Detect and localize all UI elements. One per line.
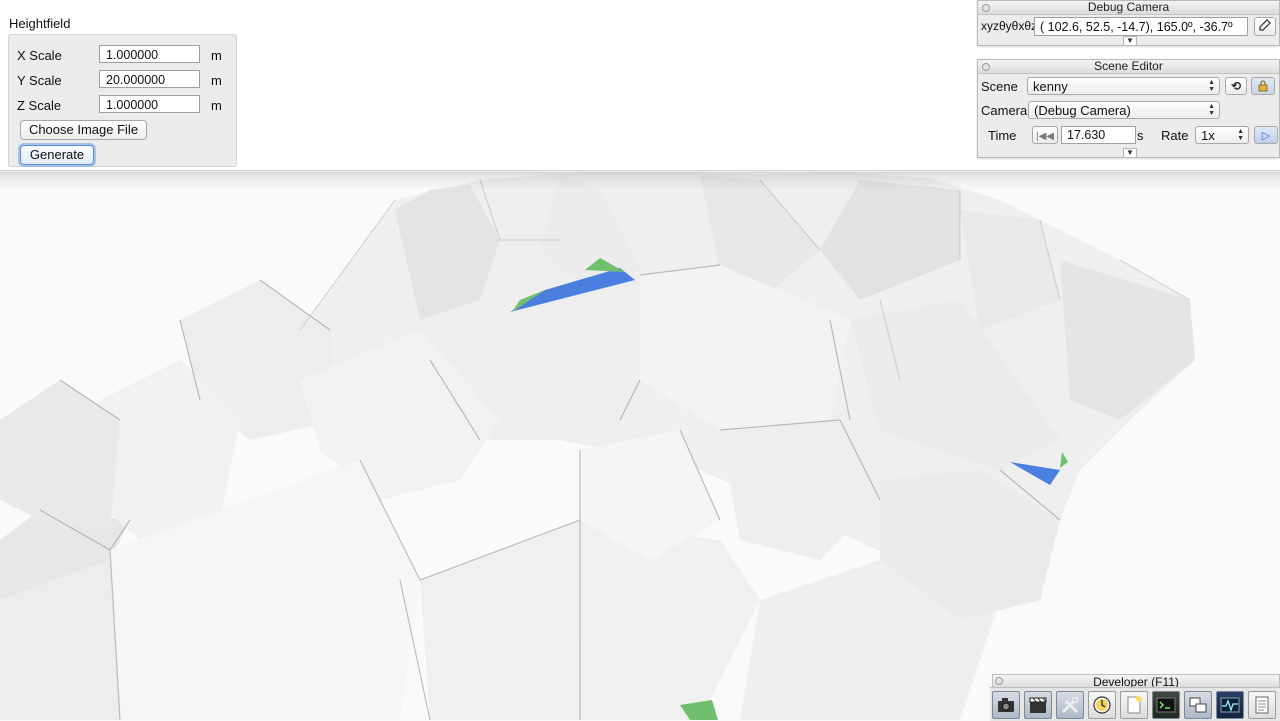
clapperboard-icon: [1029, 697, 1047, 713]
close-icon[interactable]: [995, 677, 1003, 685]
camera-tool-button[interactable]: [992, 691, 1020, 719]
camera-select-value: (Debug Camera): [1034, 103, 1131, 118]
updown-arrows-icon: ▲ ▼: [1208, 79, 1215, 93]
scene-select[interactable]: kenny ▲ ▼: [1027, 77, 1220, 95]
choose-image-file-button[interactable]: Choose Image File: [20, 120, 147, 140]
lock-scene-button[interactable]: [1251, 77, 1275, 95]
clock-icon: [1093, 696, 1111, 714]
lock-icon: [1258, 80, 1268, 92]
debug-camera-title: Debug Camera: [978, 1, 1279, 15]
rewind-icon: |◀◀: [1036, 131, 1054, 142]
camera-label: Camera: [981, 103, 1028, 118]
generate-button[interactable]: Generate: [20, 145, 94, 165]
scene-select-value: kenny: [1033, 79, 1068, 94]
rate-select[interactable]: 1x ▲ ▼: [1195, 126, 1249, 144]
chevron-down-icon[interactable]: ▼: [1123, 36, 1137, 46]
z-scale-row: Z Scale 1.000000 m: [17, 95, 232, 115]
rate-select-value: 1x: [1201, 128, 1215, 143]
document-tool-button[interactable]: [1248, 691, 1276, 719]
document-icon: [1255, 696, 1269, 714]
time-unit: s: [1137, 128, 1144, 143]
y-scale-row: Y Scale 20.000000 m: [17, 70, 232, 90]
heightfield-title: Heightfield: [9, 16, 71, 31]
updown-arrows-icon: ▲ ▼: [1237, 128, 1244, 142]
profiler-tool-button[interactable]: [1216, 691, 1244, 719]
scene-editor-title-text: Scene Editor: [1094, 59, 1163, 73]
camera-pick-icon: [1259, 19, 1271, 31]
profiler-icon: [1220, 697, 1240, 713]
z-scale-unit: m: [211, 98, 222, 113]
time-label: Time: [988, 128, 1017, 143]
heightfield-render: [0, 172, 1280, 720]
chevron-down-icon[interactable]: ▼: [1123, 148, 1137, 158]
tools-icon: [1061, 696, 1079, 714]
y-scale-input[interactable]: 20.000000: [99, 70, 200, 88]
windows-tool-button[interactable]: [1184, 691, 1212, 719]
debug-camera-panel: Debug Camera xyzθyθxθz ( 102.6, 52.5, -1…: [977, 0, 1280, 46]
camera-pick-button[interactable]: [1254, 17, 1276, 36]
updown-arrows-icon: ▲ ▼: [1208, 103, 1215, 117]
developer-toolbar: [990, 687, 1280, 721]
new-file-icon: [1127, 696, 1142, 714]
scene-editor-panel: Scene Editor Scene kenny ▲ ▼ ⟲ Camera (De…: [977, 59, 1280, 158]
new-file-tool-button[interactable]: [1120, 691, 1148, 719]
windows-icon: [1189, 697, 1207, 713]
terminal-tool-button[interactable]: [1152, 691, 1180, 719]
clock-tool-button[interactable]: [1088, 691, 1116, 719]
rate-label: Rate: [1161, 128, 1189, 143]
close-icon[interactable]: [982, 4, 990, 12]
x-scale-row: X Scale 1.000000 m: [17, 45, 232, 65]
terminal-icon: [1156, 697, 1176, 713]
z-scale-input[interactable]: 1.000000: [99, 95, 200, 113]
3d-viewport[interactable]: [0, 172, 1280, 720]
rewind-button[interactable]: |◀◀: [1032, 126, 1058, 144]
x-scale-input[interactable]: 1.000000: [99, 45, 200, 63]
scene-label: Scene: [981, 79, 1018, 94]
camera-position-input[interactable]: ( 102.6, 52.5, -14.7), 165.0º, -36.7º: [1034, 17, 1248, 36]
camera-icon: [998, 698, 1014, 712]
scene-editor-title: Scene Editor: [978, 60, 1279, 74]
heightfield-panel: X Scale 1.000000 m Y Scale 20.000000 m Z…: [8, 34, 237, 167]
time-input[interactable]: 17.630: [1061, 126, 1136, 144]
reload-scene-button[interactable]: ⟲: [1225, 77, 1247, 95]
xyz-angles-label: xyzθyθxθz: [981, 19, 1038, 33]
tools-tool-button[interactable]: [1056, 691, 1084, 719]
close-icon[interactable]: [982, 63, 990, 71]
developer-title: Developer (F11): [992, 674, 1280, 689]
camera-select[interactable]: (Debug Camera) ▲ ▼: [1028, 101, 1220, 119]
play-button[interactable]: ▷: [1254, 126, 1278, 144]
x-scale-unit: m: [211, 48, 222, 63]
play-icon: ▷: [1261, 130, 1271, 142]
x-scale-label: X Scale: [17, 48, 62, 63]
y-scale-unit: m: [211, 73, 222, 88]
clapperboard-tool-button[interactable]: [1024, 691, 1052, 719]
z-scale-label: Z Scale: [17, 98, 62, 113]
reload-icon: ⟲: [1230, 79, 1242, 93]
debug-camera-title-text: Debug Camera: [1087, 0, 1170, 14]
y-scale-label: Y Scale: [17, 73, 62, 88]
